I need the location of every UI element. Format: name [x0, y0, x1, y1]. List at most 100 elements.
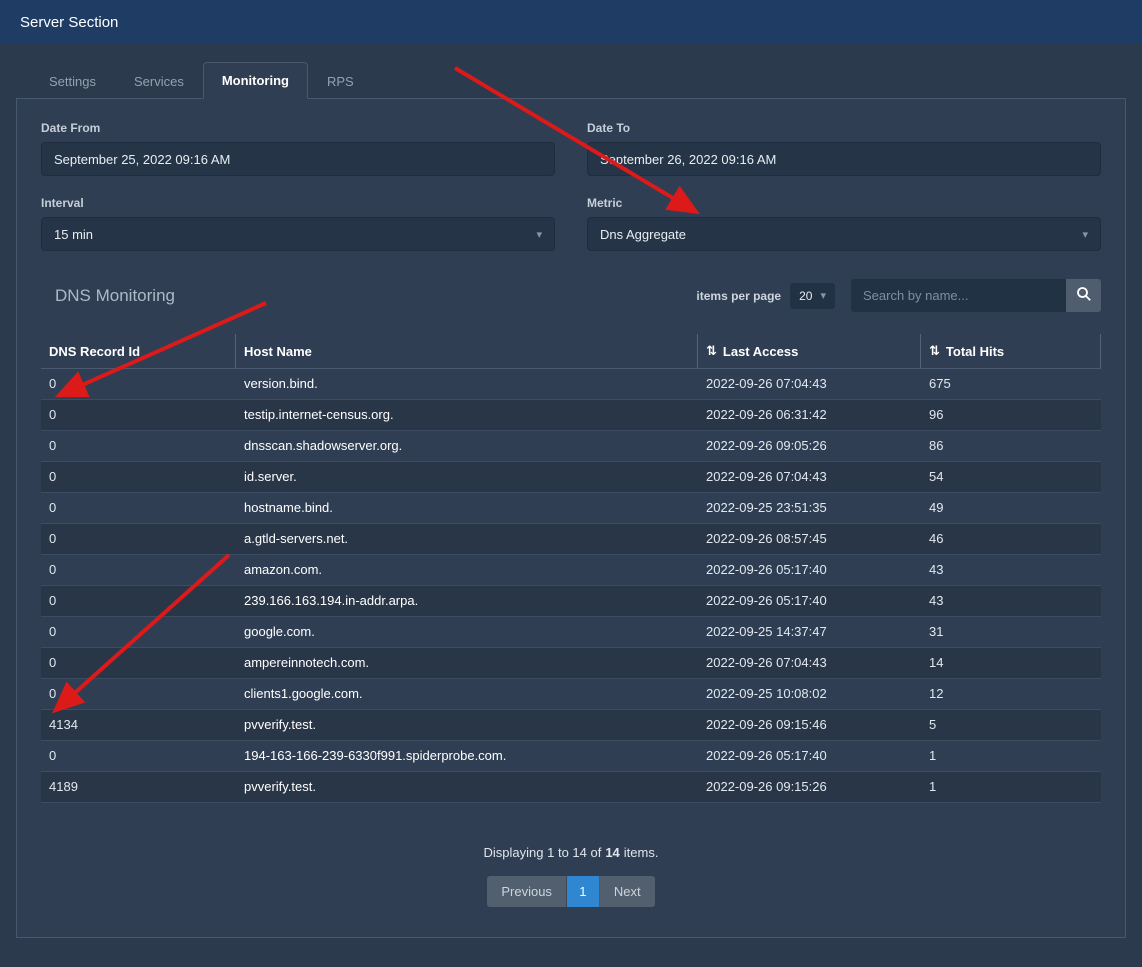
table-row: 0a.gtld-servers.net.2022-09-26 08:57:454…	[41, 524, 1101, 555]
table-cell: pvverify.test.	[236, 710, 698, 740]
table-cell: 0	[41, 586, 236, 616]
results-summary: Displaying 1 to 14 of 14 items.	[41, 845, 1101, 860]
table-body: 0version.bind.2022-09-26 07:04:436750tes…	[41, 369, 1101, 803]
interval-value: 15 min	[54, 227, 93, 242]
date-from-input[interactable]	[41, 142, 555, 176]
metric-select[interactable]: Dns Aggregate ▾	[587, 217, 1101, 251]
table-controls: items per page 20 ▾	[696, 279, 1101, 312]
table-cell: dnsscan.shadowserver.org.	[236, 431, 698, 461]
table-cell: 1	[921, 741, 1101, 771]
tab-monitoring[interactable]: Monitoring	[203, 62, 308, 99]
table-row: 0194-163-166-239-6330f991.spiderprobe.co…	[41, 741, 1101, 772]
table-row: 0google.com.2022-09-25 14:37:4731	[41, 617, 1101, 648]
table-cell: pvverify.test.	[236, 772, 698, 802]
items-per-page-select[interactable]: 20 ▾	[790, 283, 835, 309]
table-row: 0version.bind.2022-09-26 07:04:43675	[41, 369, 1101, 400]
table-cell: a.gtld-servers.net.	[236, 524, 698, 554]
chevron-down-icon: ▾	[820, 289, 826, 302]
column-header-host-name[interactable]: Host Name	[236, 334, 698, 368]
interval-select[interactable]: 15 min ▾	[41, 217, 555, 251]
table-cell: 2022-09-26 09:15:46	[698, 710, 921, 740]
monitoring-panel: Date From Date To Interval 15 min ▾ Metr…	[16, 98, 1126, 938]
table-cell: 54	[921, 462, 1101, 492]
table-cell: 4189	[41, 772, 236, 802]
items-per-page-label: items per page	[696, 289, 781, 303]
table-cell: google.com.	[236, 617, 698, 647]
table-cell: 5	[921, 710, 1101, 740]
tab-settings[interactable]: Settings	[30, 63, 115, 99]
table-row: 0239.166.163.194.in-addr.arpa.2022-09-26…	[41, 586, 1101, 617]
table-cell: id.server.	[236, 462, 698, 492]
dns-monitoring-table: DNS Record Id Host Name ⇅ Last Access ⇅ …	[41, 334, 1101, 803]
table-cell: clients1.google.com.	[236, 679, 698, 709]
column-header-total-hits[interactable]: ⇅ Total Hits	[921, 334, 1101, 368]
table-cell: 0	[41, 524, 236, 554]
table-toolbar: DNS Monitoring items per page 20 ▾	[41, 279, 1101, 312]
summary-suffix: items.	[624, 845, 659, 860]
table-cell: 2022-09-25 10:08:02	[698, 679, 921, 709]
chevron-down-icon: ▾	[536, 228, 542, 241]
chevron-down-icon: ▾	[1082, 228, 1088, 241]
table-cell: 4134	[41, 710, 236, 740]
metric-field: Metric Dns Aggregate ▾	[587, 196, 1101, 251]
search-icon	[1076, 286, 1092, 305]
table-cell: 0	[41, 555, 236, 585]
next-page-button[interactable]: Next	[600, 876, 655, 907]
column-label: Last Access	[723, 344, 798, 359]
previous-page-button[interactable]: Previous	[487, 876, 567, 907]
search-box	[851, 279, 1101, 312]
table-cell: 49	[921, 493, 1101, 523]
interval-label: Interval	[41, 196, 555, 210]
column-header-dns-record-id[interactable]: DNS Record Id	[41, 334, 236, 368]
page-title: Server Section	[20, 14, 118, 31]
tab-services[interactable]: Services	[115, 63, 203, 99]
pagination: Previous 1 Next	[41, 876, 1101, 907]
table-cell: 0	[41, 679, 236, 709]
table-cell: 86	[921, 431, 1101, 461]
table-cell: 2022-09-26 09:15:26	[698, 772, 921, 802]
table-cell: 12	[921, 679, 1101, 709]
table-cell: 2022-09-25 14:37:47	[698, 617, 921, 647]
search-button[interactable]	[1066, 279, 1101, 312]
summary-count: 14	[605, 845, 619, 860]
sort-icon: ⇅	[929, 343, 940, 359]
table-cell: 46	[921, 524, 1101, 554]
filter-form: Date From Date To Interval 15 min ▾ Metr…	[41, 121, 1101, 251]
table-cell: 194-163-166-239-6330f991.spiderprobe.com…	[236, 741, 698, 771]
table-row: 0hostname.bind.2022-09-25 23:51:3549	[41, 493, 1101, 524]
date-to-field: Date To	[587, 121, 1101, 176]
column-header-last-access[interactable]: ⇅ Last Access	[698, 334, 921, 368]
table-cell: 0	[41, 431, 236, 461]
table-cell: 0	[41, 462, 236, 492]
table-cell: 1	[921, 772, 1101, 802]
tab-rps[interactable]: RPS	[308, 63, 373, 99]
table-cell: hostname.bind.	[236, 493, 698, 523]
table-cell: 2022-09-26 05:17:40	[698, 555, 921, 585]
table-row: 0id.server.2022-09-26 07:04:4354	[41, 462, 1101, 493]
date-from-label: Date From	[41, 121, 555, 135]
date-to-label: Date To	[587, 121, 1101, 135]
search-input[interactable]	[851, 279, 1066, 312]
table-row: 0clients1.google.com.2022-09-25 10:08:02…	[41, 679, 1101, 710]
table-cell: 0	[41, 493, 236, 523]
table-cell: 2022-09-26 07:04:43	[698, 648, 921, 678]
interval-field: Interval 15 min ▾	[41, 196, 555, 251]
table-cell: 43	[921, 555, 1101, 585]
table-cell: 0	[41, 369, 236, 399]
date-to-input[interactable]	[587, 142, 1101, 176]
table-row: 4189pvverify.test.2022-09-26 09:15:261	[41, 772, 1101, 803]
table-row: 0ampereinnotech.com.2022-09-26 07:04:431…	[41, 648, 1101, 679]
table-cell: 14	[921, 648, 1101, 678]
table-row: 0testip.internet-census.org.2022-09-26 0…	[41, 400, 1101, 431]
table-cell: 0	[41, 617, 236, 647]
table-cell: 2022-09-25 23:51:35	[698, 493, 921, 523]
metric-label: Metric	[587, 196, 1101, 210]
column-label: DNS Record Id	[49, 344, 140, 359]
table-row: 0amazon.com.2022-09-26 05:17:4043	[41, 555, 1101, 586]
table-cell: 43	[921, 586, 1101, 616]
table-cell: 2022-09-26 05:17:40	[698, 586, 921, 616]
page-1-button[interactable]: 1	[567, 876, 600, 907]
table-cell: 31	[921, 617, 1101, 647]
table-cell: 2022-09-26 09:05:26	[698, 431, 921, 461]
metric-value: Dns Aggregate	[600, 227, 686, 242]
